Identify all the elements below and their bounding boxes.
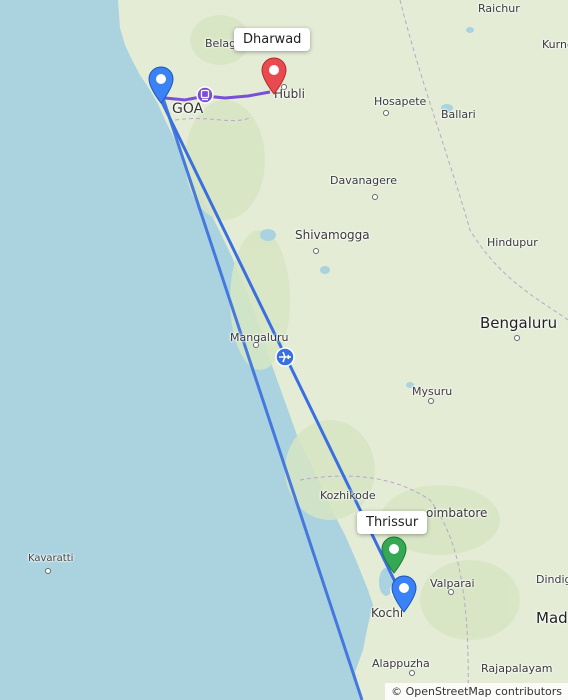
- place-label-raichur: Raichur: [478, 2, 520, 15]
- place-label-shivamogga: Shivamogga: [295, 228, 370, 242]
- place-label-mysuru: Mysuru: [412, 385, 453, 398]
- place-label-hindupur: Hindupur: [487, 236, 538, 249]
- train-icon[interactable]: [196, 86, 214, 108]
- place-label-mangaluru: Mangaluru: [230, 331, 289, 344]
- place-label-valparai: Valparai: [430, 577, 475, 590]
- place-label-ballari: Ballari: [441, 108, 476, 121]
- waypoint-pin-thrissur[interactable]: [380, 536, 408, 578]
- airplane-icon[interactable]: [275, 347, 295, 371]
- map-canvas[interactable]: Raichur Kurno Belag GOA Hubli Hosapete B…: [0, 0, 568, 700]
- origin-pin-goa[interactable]: [147, 66, 175, 108]
- destination-pin-kochi[interactable]: [390, 575, 418, 617]
- place-label-rajapalayam: Rajapalayam: [481, 662, 553, 675]
- place-label-dindigul: Dindig: [536, 573, 568, 586]
- place-label-belagavi: Belag: [205, 37, 237, 50]
- place-label-alappuzha: Alappuzha: [372, 657, 430, 670]
- place-label-coimbatore: oimbatore: [426, 506, 488, 520]
- place-label-kurnool: Kurno: [542, 38, 568, 51]
- callout-dharwad[interactable]: Dharwad: [234, 28, 311, 51]
- place-label-madurai: Mad: [536, 609, 568, 627]
- place-label-bengaluru: Bengaluru: [480, 314, 558, 332]
- place-label-kavaratti: Kavaratti: [28, 553, 74, 564]
- place-label-davanagere: Davanagere: [330, 174, 397, 187]
- destination-pin-dharwad[interactable]: [260, 57, 288, 99]
- map-attribution[interactable]: © OpenStreetMap contributors: [385, 683, 568, 700]
- place-label-hosapete: Hosapete: [374, 95, 427, 108]
- callout-thrissur[interactable]: Thrissur: [357, 511, 428, 534]
- place-label-kozhikode: Kozhikode: [320, 489, 376, 502]
